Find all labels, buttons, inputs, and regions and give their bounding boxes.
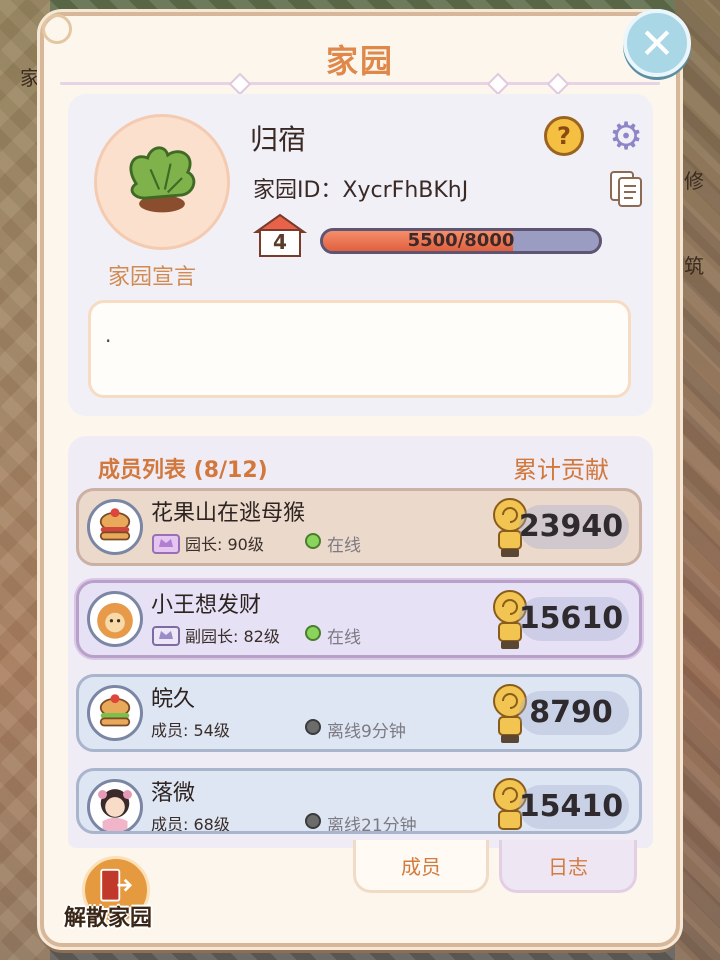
tab-log-label: 日志 (548, 854, 588, 879)
member-contribution: 15610 (518, 601, 624, 636)
member-list: 成员列表 (8/12) 累计贡献 花果山在逃母猴 园长: 90级 在线 2394… (68, 436, 653, 848)
panel-header: 家园 (42, 14, 676, 96)
member-row[interactable]: 小王想发财 副园长: 82级 在线 15610 (76, 580, 642, 658)
disband-label[interactable]: 解散家园 (64, 900, 152, 932)
member-name: 小王想发财 (151, 593, 262, 618)
background-label: 筑 (684, 254, 704, 278)
girl-avatar-icon (98, 789, 132, 831)
tab-log[interactable]: 日志 (499, 840, 637, 893)
background-label: 修 (684, 169, 704, 193)
online-status-icon (305, 533, 321, 549)
gear-icon[interactable]: ⚙ (606, 116, 646, 156)
member-role: 成员: 54级 (151, 721, 230, 740)
background-label: 家 (20, 66, 40, 90)
member-contribution: 23940 (518, 509, 624, 544)
member-avatar (87, 685, 143, 741)
home-id: 家园ID：XycrFhBKhJ (253, 178, 469, 203)
member-status: 在线 (327, 628, 361, 648)
member-status: 离线21分钟 (327, 816, 417, 834)
member-row[interactable]: 花果山在逃母猴 园长: 90级 在线 23940 (76, 488, 642, 566)
close-icon: ✕ (639, 18, 675, 68)
tab-members[interactable]: 成员 (353, 840, 489, 893)
help-icon[interactable]: ? (544, 116, 584, 156)
member-contribution: 15410 (518, 789, 624, 824)
burger-avatar-icon (99, 694, 131, 727)
member-list-title: 成员列表 (8/12) (98, 458, 268, 483)
offline-status-icon (305, 813, 321, 829)
copy-icon[interactable] (609, 170, 643, 208)
member-name: 花果山在逃母猴 (151, 501, 306, 526)
member-status: 离线9分钟 (327, 722, 406, 742)
burger-avatar-icon (99, 508, 131, 541)
member-role: 园长: 90级 (185, 535, 264, 554)
member-avatar (87, 779, 143, 831)
home-avatar[interactable] (94, 114, 230, 250)
member-name: 皖久 (151, 687, 196, 712)
member-status: 在线 (327, 536, 361, 556)
lion-avatar-icon (97, 602, 133, 639)
member-role: 成员: 68级 (151, 815, 230, 834)
member-avatar (87, 591, 143, 647)
member-role: 副园长: 82级 (185, 627, 280, 646)
member-row[interactable]: 落微 成员: 68级 离线21分钟 15410 (76, 768, 642, 834)
member-avatar (87, 499, 143, 555)
member-contribution: 8790 (529, 695, 613, 730)
member-row[interactable]: 皖久 成员: 54级 离线9分钟 8790 (76, 674, 642, 752)
plant-icon (129, 146, 196, 213)
tab-members-label: 成员 (401, 854, 441, 879)
vice-leader-badge-icon (152, 626, 180, 646)
online-status-icon (305, 625, 321, 641)
manifesto-text[interactable]: . (88, 300, 631, 398)
home-name: 归宿 (250, 123, 307, 156)
leader-badge-icon (152, 534, 180, 554)
home-level: 4 (273, 230, 287, 254)
panel-title: 家园 (325, 42, 394, 80)
manifesto-label: 家园宣言 (108, 265, 197, 290)
header-divider (60, 82, 660, 85)
xp-progress-bar: 5500/8000 (320, 228, 602, 254)
offline-status-icon (305, 719, 321, 735)
contribution-header: 累计贡献 (513, 456, 609, 484)
member-name: 落微 (151, 781, 196, 806)
background-tiles-right (675, 0, 720, 960)
home-info-card: 归宿 家园ID：XycrFhBKhJ ? ⚙ 4 5500/8000 家园宣言 … (68, 94, 653, 416)
xp-progress-text: 5500/8000 (407, 230, 515, 251)
close-button[interactable]: ✕ (623, 9, 691, 77)
